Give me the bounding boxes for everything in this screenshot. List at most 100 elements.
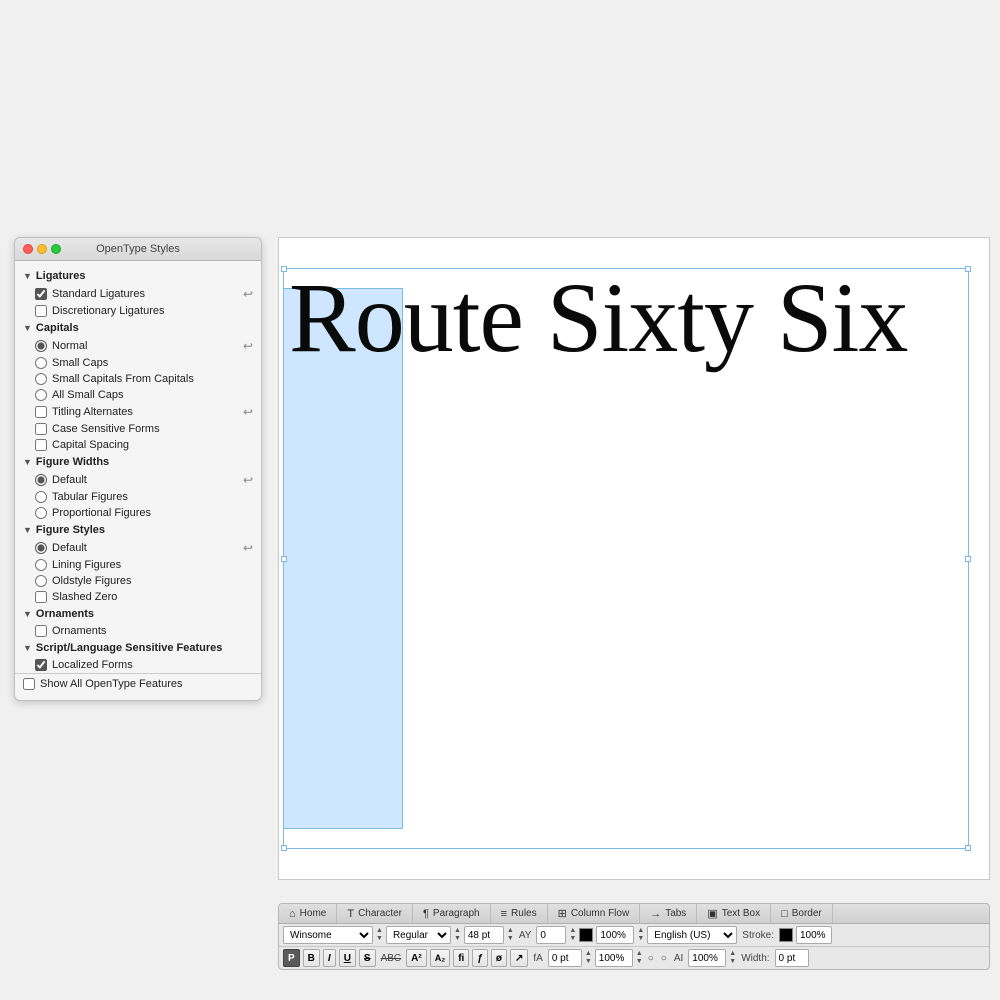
item-lining-figures[interactable]: Lining Figures (15, 557, 261, 573)
radio-small-caps[interactable] (35, 357, 47, 369)
font-select[interactable]: Winsome (283, 926, 373, 944)
radio-normal[interactable] (35, 340, 47, 352)
item-capital-spacing[interactable]: Capital Spacing (15, 437, 261, 453)
stroke-swatch[interactable] (779, 928, 793, 942)
radio-fs-default[interactable] (35, 542, 47, 554)
radio-oldstyle-figures[interactable] (35, 575, 47, 587)
btn-superscript[interactable]: A² (406, 949, 427, 967)
btn-I[interactable]: I (323, 949, 336, 967)
btn-subscript[interactable]: A₂ (430, 949, 451, 967)
section-figure-styles[interactable]: ▼ Figure Styles (15, 521, 261, 539)
handle-middle-left[interactable] (281, 556, 287, 562)
icon-fs-default: ↩ (243, 541, 253, 555)
scale-input[interactable] (595, 949, 633, 967)
radio-tabular-figures[interactable] (35, 491, 47, 503)
show-all-row[interactable]: Show All OpenType Features (15, 673, 261, 694)
item-normal[interactable]: Normal ↩ (15, 337, 261, 355)
item-fw-default[interactable]: Default ↩ (15, 471, 261, 489)
btn-lig[interactable]: ø (491, 949, 507, 967)
btn-fi[interactable]: fi (453, 949, 469, 967)
btn-link[interactable]: ↗ (510, 949, 528, 967)
item-slashed-zero[interactable]: Slashed Zero (15, 589, 261, 605)
language-select[interactable]: English (US) (647, 926, 737, 944)
item-proportional-figures[interactable]: Proportional Figures (15, 505, 261, 521)
item-all-small-caps[interactable]: All Small Caps (15, 387, 261, 403)
style-select[interactable]: Regular (386, 926, 451, 944)
radio-fw-default[interactable] (35, 474, 47, 486)
width-input[interactable] (775, 949, 809, 967)
checkbox-case-sensitive-forms[interactable] (35, 423, 47, 435)
baseline-stepper[interactable]: ▲▼ (585, 950, 592, 966)
item-titling-alternates[interactable]: Titling Alternates ↩ (15, 403, 261, 421)
tab-home[interactable]: ⌂ Home (279, 904, 337, 923)
btn-frac[interactable]: ƒ (472, 949, 488, 967)
size-input[interactable] (464, 926, 504, 944)
item-small-capitals-from-capitals[interactable]: Small Capitals From Capitals (15, 371, 261, 387)
checkbox-titling-alternates[interactable] (35, 406, 47, 418)
circle1: ○ (646, 953, 656, 964)
opacity-stepper[interactable]: ▲▼ (637, 927, 644, 943)
color-swatch[interactable] (579, 928, 593, 942)
character-icon: T (347, 908, 354, 920)
handle-top-left[interactable] (281, 266, 287, 272)
tab-border[interactable]: □ Border (771, 904, 833, 923)
section-script-language[interactable]: ▼ Script/Language Sensitive Features (15, 639, 261, 657)
handle-middle-right[interactable] (965, 556, 971, 562)
minimize-button[interactable] (37, 244, 47, 254)
kerning-input[interactable] (536, 926, 566, 944)
font-stepper[interactable]: ▲▼ (376, 927, 383, 943)
label-case-sensitive-forms: Case Sensitive Forms (52, 423, 253, 435)
tab-character[interactable]: T Character (337, 904, 413, 923)
checkbox-discretionary-ligatures[interactable] (35, 305, 47, 317)
tab-column-flow[interactable]: ⊞ Column Flow (548, 904, 641, 923)
tab-tabs[interactable]: → Tabs (640, 904, 697, 923)
item-ornaments[interactable]: Ornaments (15, 623, 261, 639)
item-small-caps[interactable]: Small Caps (15, 355, 261, 371)
tab-text-box[interactable]: ▣ Text Box (697, 904, 771, 923)
btn-P[interactable]: P (283, 949, 300, 967)
item-fs-default[interactable]: Default ↩ (15, 539, 261, 557)
checkbox-slashed-zero[interactable] (35, 591, 47, 603)
btn-S[interactable]: S (359, 949, 376, 967)
item-localized-forms[interactable]: Localized Forms (15, 657, 261, 673)
item-tabular-figures[interactable]: Tabular Figures (15, 489, 261, 505)
size-stepper[interactable]: ▲▼ (507, 927, 514, 943)
checkbox-capital-spacing[interactable] (35, 439, 47, 451)
tab-tabs-label: Tabs (665, 908, 686, 919)
item-standard-ligatures[interactable]: Standard Ligatures ↩ (15, 285, 261, 303)
section-figure-widths[interactable]: ▼ Figure Widths (15, 453, 261, 471)
checkbox-ornaments[interactable] (35, 625, 47, 637)
btn-U[interactable]: U (339, 949, 356, 967)
checkbox-show-all[interactable] (23, 678, 35, 690)
opacity-input[interactable] (596, 926, 634, 944)
panel-titlebar: OpenType Styles (15, 238, 261, 261)
style-stepper[interactable]: ▲▼ (454, 927, 461, 943)
stroke-pct-input[interactable] (796, 926, 832, 944)
radio-all-small-caps[interactable] (35, 389, 47, 401)
baseline-input[interactable] (548, 949, 582, 967)
scale-stepper[interactable]: ▲▼ (636, 950, 643, 966)
section-capitals[interactable]: ▼ Capitals (15, 319, 261, 337)
column-flow-icon: ⊞ (558, 907, 567, 920)
canvas-text[interactable]: Route Sixty Six (289, 263, 974, 373)
handle-bottom-right[interactable] (965, 845, 971, 851)
ai-stepper[interactable]: ▲▼ (729, 950, 736, 966)
btn-B[interactable]: B (303, 949, 320, 967)
tab-paragraph[interactable]: ¶ Paragraph (413, 904, 491, 923)
item-discretionary-ligatures[interactable]: Discretionary Ligatures (15, 303, 261, 319)
item-oldstyle-figures[interactable]: Oldstyle Figures (15, 573, 261, 589)
handle-bottom-left[interactable] (281, 845, 287, 851)
close-button[interactable] (23, 244, 33, 254)
item-case-sensitive-forms[interactable]: Case Sensitive Forms (15, 421, 261, 437)
checkbox-standard-ligatures[interactable] (35, 288, 47, 300)
radio-small-capitals-from-capitals[interactable] (35, 373, 47, 385)
radio-proportional-figures[interactable] (35, 507, 47, 519)
section-ligatures[interactable]: ▼ Ligatures (15, 267, 261, 285)
maximize-button[interactable] (51, 244, 61, 254)
checkbox-localized-forms[interactable] (35, 659, 47, 671)
radio-lining-figures[interactable] (35, 559, 47, 571)
section-ornaments[interactable]: ▼ Ornaments (15, 605, 261, 623)
kerning-stepper[interactable]: ▲▼ (569, 927, 576, 943)
tab-rules[interactable]: ≡ Rules (491, 904, 548, 923)
ai-pct-input[interactable] (688, 949, 726, 967)
